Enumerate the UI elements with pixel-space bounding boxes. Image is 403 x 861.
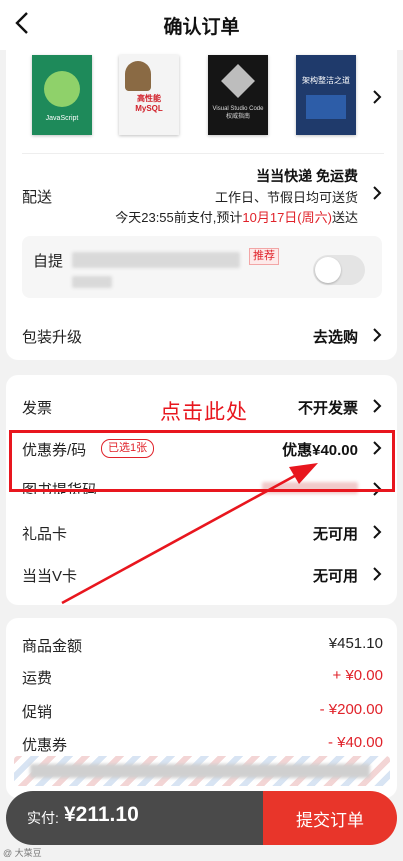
annotation-arrow <box>61 463 318 605</box>
